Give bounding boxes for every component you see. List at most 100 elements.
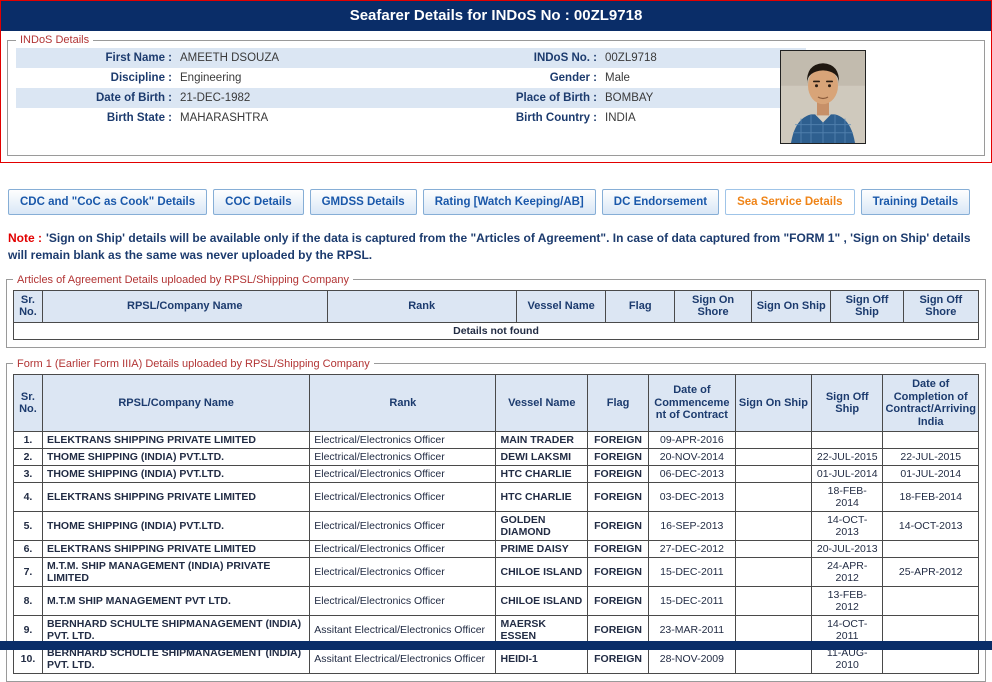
cell-sign-on-ship bbox=[735, 449, 811, 466]
cell-sign-on-ship bbox=[735, 558, 811, 587]
cell-vessel: PRIME DAISY bbox=[496, 541, 588, 558]
header-sr-no: Sr. No. bbox=[14, 374, 43, 432]
footer-bar bbox=[0, 641, 992, 650]
indos-details-section: INDoS Details First Name : AMEETH DSOUZA… bbox=[7, 34, 985, 156]
header-vessel-name: Vessel Name bbox=[496, 374, 588, 432]
cell-vessel: CHILOE ISLAND bbox=[496, 558, 588, 587]
discipline-label: Discipline : bbox=[16, 68, 176, 88]
cell-company: THOME SHIPPING (INDIA) PVT.LTD. bbox=[42, 449, 309, 466]
cell-rank: Electrical/Electronics Officer bbox=[310, 541, 496, 558]
note-prefix: Note : bbox=[8, 231, 42, 245]
indos-row: Date of Birth : 21-DEC-1982 Place of Bir… bbox=[16, 88, 806, 108]
header-sign-off-ship: Sign Off Ship bbox=[831, 290, 903, 322]
cell-flag: FOREIGN bbox=[588, 541, 649, 558]
cell-completion: 14-OCT-2013 bbox=[883, 512, 979, 541]
cell-sign-on-ship bbox=[735, 587, 811, 616]
form1-legend: Form 1 (Earlier Form IIIA) Details uploa… bbox=[13, 358, 374, 370]
tab-gmdss-details[interactable]: GMDSS Details bbox=[310, 189, 417, 215]
table-row: 5.THOME SHIPPING (INDIA) PVT.LTD.Electri… bbox=[14, 512, 979, 541]
cell-company: ELEKTRANS SHIPPING PRIVATE LIMITED bbox=[42, 483, 309, 512]
articles-header-row: Sr. No. RPSL/Company Name Rank Vessel Na… bbox=[14, 290, 979, 322]
cell-sign-off-ship: 01-JUL-2014 bbox=[812, 466, 883, 483]
cell-commencement: 03-DEC-2013 bbox=[648, 483, 735, 512]
cell-flag: FOREIGN bbox=[588, 449, 649, 466]
indos-no-label: INDoS No. : bbox=[471, 48, 601, 68]
seafarer-photo bbox=[780, 50, 866, 144]
tab-bar: CDC and "CoC as Cook" Details COC Detail… bbox=[8, 189, 984, 215]
indos-row: Discipline : Engineering Gender : Male bbox=[16, 68, 806, 88]
details-not-found-message: Details not found bbox=[14, 322, 979, 339]
cell-company: ELEKTRANS SHIPPING PRIVATE LIMITED bbox=[42, 432, 309, 449]
gender-label: Gender : bbox=[471, 68, 601, 88]
cell-sign-off-ship: 13-FEB-2012 bbox=[812, 587, 883, 616]
cell-sign-off-ship bbox=[812, 432, 883, 449]
cell-completion: 01-JUL-2014 bbox=[883, 466, 979, 483]
indos-row: Birth State : MAHARASHTRA Birth Country … bbox=[16, 108, 806, 128]
header-rank: Rank bbox=[327, 290, 516, 322]
header-date-of-commencement: Date of Commencement of Contract bbox=[648, 374, 735, 432]
cell-sign-on-ship bbox=[735, 466, 811, 483]
cell-sign-off-ship: 14-OCT-2013 bbox=[812, 512, 883, 541]
cell-commencement: 15-DEC-2011 bbox=[648, 587, 735, 616]
tab-coc-details[interactable]: COC Details bbox=[213, 189, 303, 215]
gender-value: Male bbox=[601, 68, 806, 88]
cell-rank: Electrical/Electronics Officer bbox=[310, 512, 496, 541]
cell-rank: Electrical/Electronics Officer bbox=[310, 483, 496, 512]
cell-sr: 5. bbox=[14, 512, 43, 541]
table-row: 2.THOME SHIPPING (INDIA) PVT.LTD.Electri… bbox=[14, 449, 979, 466]
articles-legend: Articles of Agreement Details uploaded b… bbox=[13, 274, 353, 286]
cell-rank: Electrical/Electronics Officer bbox=[310, 466, 496, 483]
tab-sea-service-details[interactable]: Sea Service Details bbox=[725, 189, 855, 215]
cell-company: M.T.M SHIP MANAGEMENT PVT LTD. bbox=[42, 587, 309, 616]
header-company: RPSL/Company Name bbox=[42, 374, 309, 432]
table-row: 8.M.T.M SHIP MANAGEMENT PVT LTD.Electric… bbox=[14, 587, 979, 616]
top-frame: Seafarer Details for INDoS No : 00ZL9718… bbox=[0, 0, 992, 163]
birth-country-label: Birth Country : bbox=[471, 108, 601, 128]
header-flag: Flag bbox=[606, 290, 675, 322]
cell-completion bbox=[883, 587, 979, 616]
birth-state-value: MAHARASHTRA bbox=[176, 108, 471, 128]
cell-vessel: CHILOE ISLAND bbox=[496, 587, 588, 616]
cell-sign-on-ship bbox=[735, 512, 811, 541]
indos-row: First Name : AMEETH DSOUZA INDoS No. : 0… bbox=[16, 48, 806, 68]
header-sign-on-ship: Sign On Ship bbox=[735, 374, 811, 432]
note-text: 'Sign on Ship' details will be available… bbox=[8, 231, 971, 262]
header-sign-off-ship: Sign Off Ship bbox=[812, 374, 883, 432]
header-sign-off-shore: Sign Off Shore bbox=[903, 290, 978, 322]
cell-sr: 1. bbox=[14, 432, 43, 449]
birth-country-value: INDIA bbox=[601, 108, 806, 128]
tab-cdc-coc-as-cook-details[interactable]: CDC and "CoC as Cook" Details bbox=[8, 189, 207, 215]
discipline-value: Engineering bbox=[176, 68, 471, 88]
place-of-birth-label: Place of Birth : bbox=[471, 88, 601, 108]
cell-sr: 2. bbox=[14, 449, 43, 466]
cell-commencement: 15-DEC-2011 bbox=[648, 558, 735, 587]
table-row: 1.ELEKTRANS SHIPPING PRIVATE LIMITEDElec… bbox=[14, 432, 979, 449]
cell-flag: FOREIGN bbox=[588, 558, 649, 587]
articles-of-agreement-section: Articles of Agreement Details uploaded b… bbox=[6, 274, 986, 348]
header-vessel-name: Vessel Name bbox=[516, 290, 606, 322]
form1-section: Form 1 (Earlier Form IIIA) Details uploa… bbox=[6, 358, 986, 682]
note: Note :'Sign on Ship' details will be ava… bbox=[8, 230, 984, 264]
cell-sr: 8. bbox=[14, 587, 43, 616]
cell-vessel: DEWI LAKSMI bbox=[496, 449, 588, 466]
cell-commencement: 27-DEC-2012 bbox=[648, 541, 735, 558]
cell-sign-off-ship: 24-APR-2012 bbox=[812, 558, 883, 587]
cell-completion: 22-JUL-2015 bbox=[883, 449, 979, 466]
form1-header-row: Sr. No. RPSL/Company Name Rank Vessel Na… bbox=[14, 374, 979, 432]
place-of-birth-value: BOMBAY bbox=[601, 88, 806, 108]
cell-rank: Electrical/Electronics Officer bbox=[310, 432, 496, 449]
tab-dc-endorsement[interactable]: DC Endorsement bbox=[602, 189, 719, 215]
cell-completion: 18-FEB-2014 bbox=[883, 483, 979, 512]
cell-sign-off-ship: 20-JUL-2013 bbox=[812, 541, 883, 558]
cell-commencement: 06-DEC-2013 bbox=[648, 466, 735, 483]
tab-training-details[interactable]: Training Details bbox=[861, 189, 971, 215]
cell-rank: Electrical/Electronics Officer bbox=[310, 558, 496, 587]
cell-sr: 4. bbox=[14, 483, 43, 512]
cell-sign-on-ship bbox=[735, 432, 811, 449]
first-name-value: AMEETH DSOUZA bbox=[176, 48, 471, 68]
cell-sr: 6. bbox=[14, 541, 43, 558]
tab-rating-watch-keeping-ab[interactable]: Rating [Watch Keeping/AB] bbox=[423, 189, 596, 215]
cell-completion: 25-APR-2012 bbox=[883, 558, 979, 587]
cell-vessel: MAIN TRADER bbox=[496, 432, 588, 449]
header-company: RPSL/Company Name bbox=[42, 290, 327, 322]
